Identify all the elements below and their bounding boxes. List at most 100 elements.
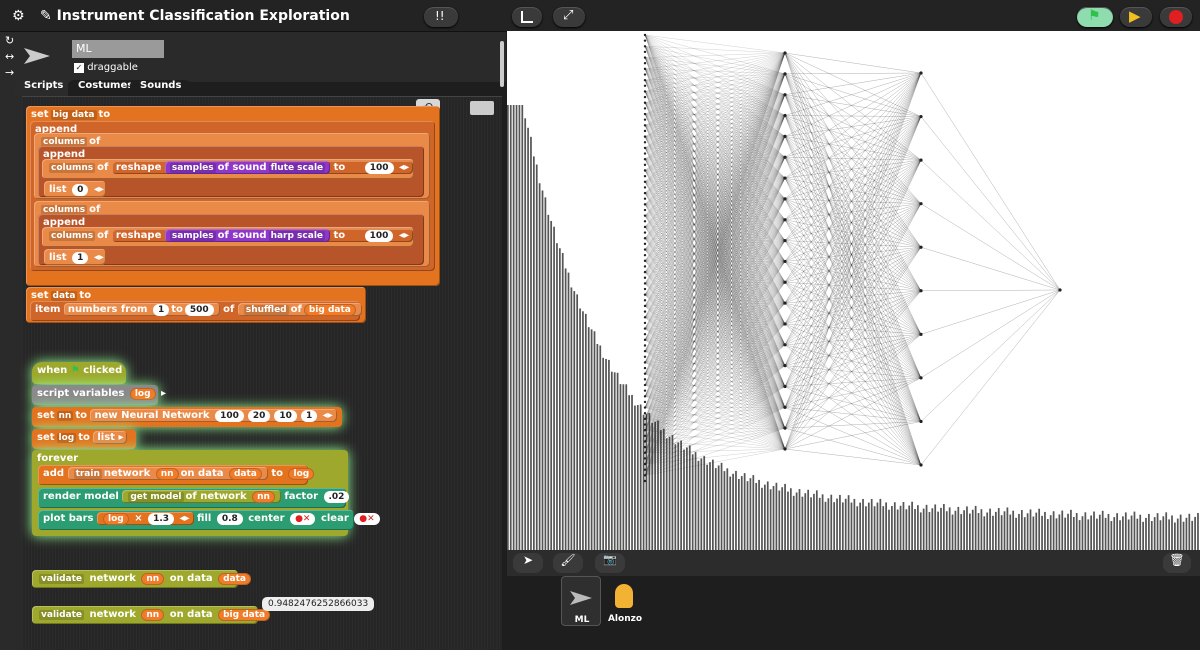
network-node (643, 220, 647, 223)
plot-bar (940, 507, 942, 550)
network-node (643, 45, 647, 48)
network-node (783, 197, 787, 201)
stage-size-button[interactable] (512, 7, 542, 27)
get-model-block[interactable]: get model of network nn (122, 490, 281, 503)
sprite-ml[interactable]: ML (561, 576, 601, 626)
plot-bar (865, 506, 867, 550)
new-neural-network-block[interactable]: new Neural Network 100 20 10 1 ◂▸ (90, 409, 337, 422)
samples-of-sound-harp[interactable]: samples of sound harp scale (164, 229, 331, 242)
plot-bar (700, 458, 703, 550)
plot-bar (1142, 521, 1144, 550)
pencil-icon: ✎ (40, 8, 57, 24)
shuffled-of-block[interactable]: shuffled of big data (237, 303, 362, 316)
paint-brush-button[interactable]: 🖌 (553, 553, 583, 573)
list-one-block[interactable]: list 1 ◂▸ (44, 249, 106, 265)
plot-bars-block[interactable]: plot bars log × 1.3 ◂▸ fill 0.8 center ●… (38, 510, 380, 530)
set-log-block[interactable]: set log to list ▸ (32, 429, 136, 449)
empty-list-block[interactable]: list ▸ (93, 431, 128, 444)
left-right-icon[interactable]: ↔ (5, 50, 14, 63)
network-node (643, 163, 647, 167)
plot-bar (1171, 515, 1173, 550)
network-node (1058, 288, 1062, 292)
green-flag-button[interactable]: ⚑ (1077, 7, 1113, 27)
tab-scripts[interactable]: Scripts (14, 80, 74, 96)
network-node (783, 405, 787, 409)
draggable-checkbox[interactable]: ✓ draggable (74, 62, 138, 73)
network-node (643, 33, 647, 37)
camera-button[interactable]: 📷 (595, 553, 625, 573)
plot-bar (726, 468, 729, 550)
turtle-sprite-button[interactable]: ➤ (513, 553, 543, 573)
stop-button[interactable] (1160, 7, 1192, 27)
network-node (643, 135, 647, 138)
network-node (643, 84, 647, 88)
validate-big-data-block[interactable]: validate network nn on data big data (32, 606, 271, 624)
numbers-from-block[interactable]: numbers from 1 to 500 (63, 303, 220, 316)
script-variables-block[interactable]: script variables log ▸ (32, 385, 166, 405)
plot-bar (1162, 516, 1165, 550)
plot-bar (1139, 514, 1142, 550)
samples-of-sound-flute[interactable]: samples of sound flute scale (164, 161, 331, 174)
tab-sounds[interactable]: Sounds (130, 80, 192, 96)
plot-bar (789, 488, 792, 550)
plot-bar (729, 476, 732, 550)
sprite-alonzo[interactable]: Alonzo (605, 576, 645, 626)
network-node (783, 447, 787, 451)
plot-bar (1075, 513, 1078, 550)
network-node (643, 282, 647, 285)
center-toggle[interactable]: ●✕ (290, 513, 316, 525)
plot-bar (896, 509, 899, 550)
plot-bar (1127, 519, 1130, 550)
presentation-button[interactable]: ⤢ (553, 7, 585, 27)
plot-bar (813, 493, 815, 550)
network-node (783, 343, 787, 347)
plot-bar (688, 445, 691, 550)
network-node (643, 457, 647, 460)
network-node (643, 152, 647, 155)
columns-reshape-harp[interactable]: columns of reshape samples of sound harp sc… (42, 227, 414, 247)
plot-bar (1035, 512, 1038, 550)
plot-bar (567, 272, 570, 550)
network-edges (644, 34, 1061, 476)
plot-bar (1145, 517, 1147, 550)
network-node (783, 322, 787, 326)
plot-bar (879, 498, 882, 550)
plot-bar (1113, 517, 1116, 550)
network-node (643, 366, 647, 370)
plot-bar (821, 494, 824, 550)
set-nn-block[interactable]: set nn to new Neural Network 100 20 10 1 ◂▸ (32, 407, 342, 427)
plot-bar (596, 343, 599, 550)
pause-button[interactable]: ▶ (1120, 7, 1152, 27)
no-rotate-icon[interactable]: → (5, 66, 14, 79)
settings-icon[interactable]: ⚙ (12, 8, 25, 24)
columns-reshape-flute[interactable]: columns of reshape samples of sound flute s… (42, 159, 414, 179)
network-node (783, 426, 787, 430)
render-model-block[interactable]: render model get model of network nn fact… (38, 488, 350, 508)
plot-bar (1078, 520, 1081, 550)
sprite-corral: ML Alonzo (507, 576, 1200, 650)
times-block[interactable]: log × 1.3 ◂▸ (97, 512, 194, 525)
keyboard-icon[interactable] (470, 101, 494, 115)
clear-toggle[interactable]: ●✕ (354, 513, 380, 525)
plot-bar (893, 502, 896, 550)
network-node (643, 304, 647, 308)
train-network-block[interactable]: train network nn on data data (67, 467, 268, 480)
plot-bar (738, 479, 740, 550)
network-node (643, 293, 647, 296)
plot-bar (573, 291, 576, 550)
plot-bar (937, 511, 939, 550)
list-zero-block[interactable]: list 0 ◂▸ (44, 181, 106, 197)
plot-bar (971, 509, 974, 550)
sprite-name-input[interactable]: ML (72, 40, 164, 58)
plot-bar (841, 502, 844, 550)
validate-data-block[interactable]: validate network nn on data data (32, 570, 251, 588)
item-of-block[interactable]: item numbers from 1 to 500 of shuffled of bi… (30, 301, 362, 321)
when-flag-clicked-block[interactable]: when ⚑ clicked (32, 362, 126, 384)
rotate-icon[interactable]: ↻ (5, 34, 14, 47)
network-node (643, 237, 647, 240)
trash-icon[interactable]: 🗑 (1163, 553, 1191, 573)
stage[interactable] (507, 31, 1200, 551)
keyboard-entry-button[interactable]: !! (424, 7, 458, 27)
scrollbar[interactable] (500, 41, 504, 87)
add-train-block[interactable]: add train network nn on data data to log (38, 465, 315, 485)
